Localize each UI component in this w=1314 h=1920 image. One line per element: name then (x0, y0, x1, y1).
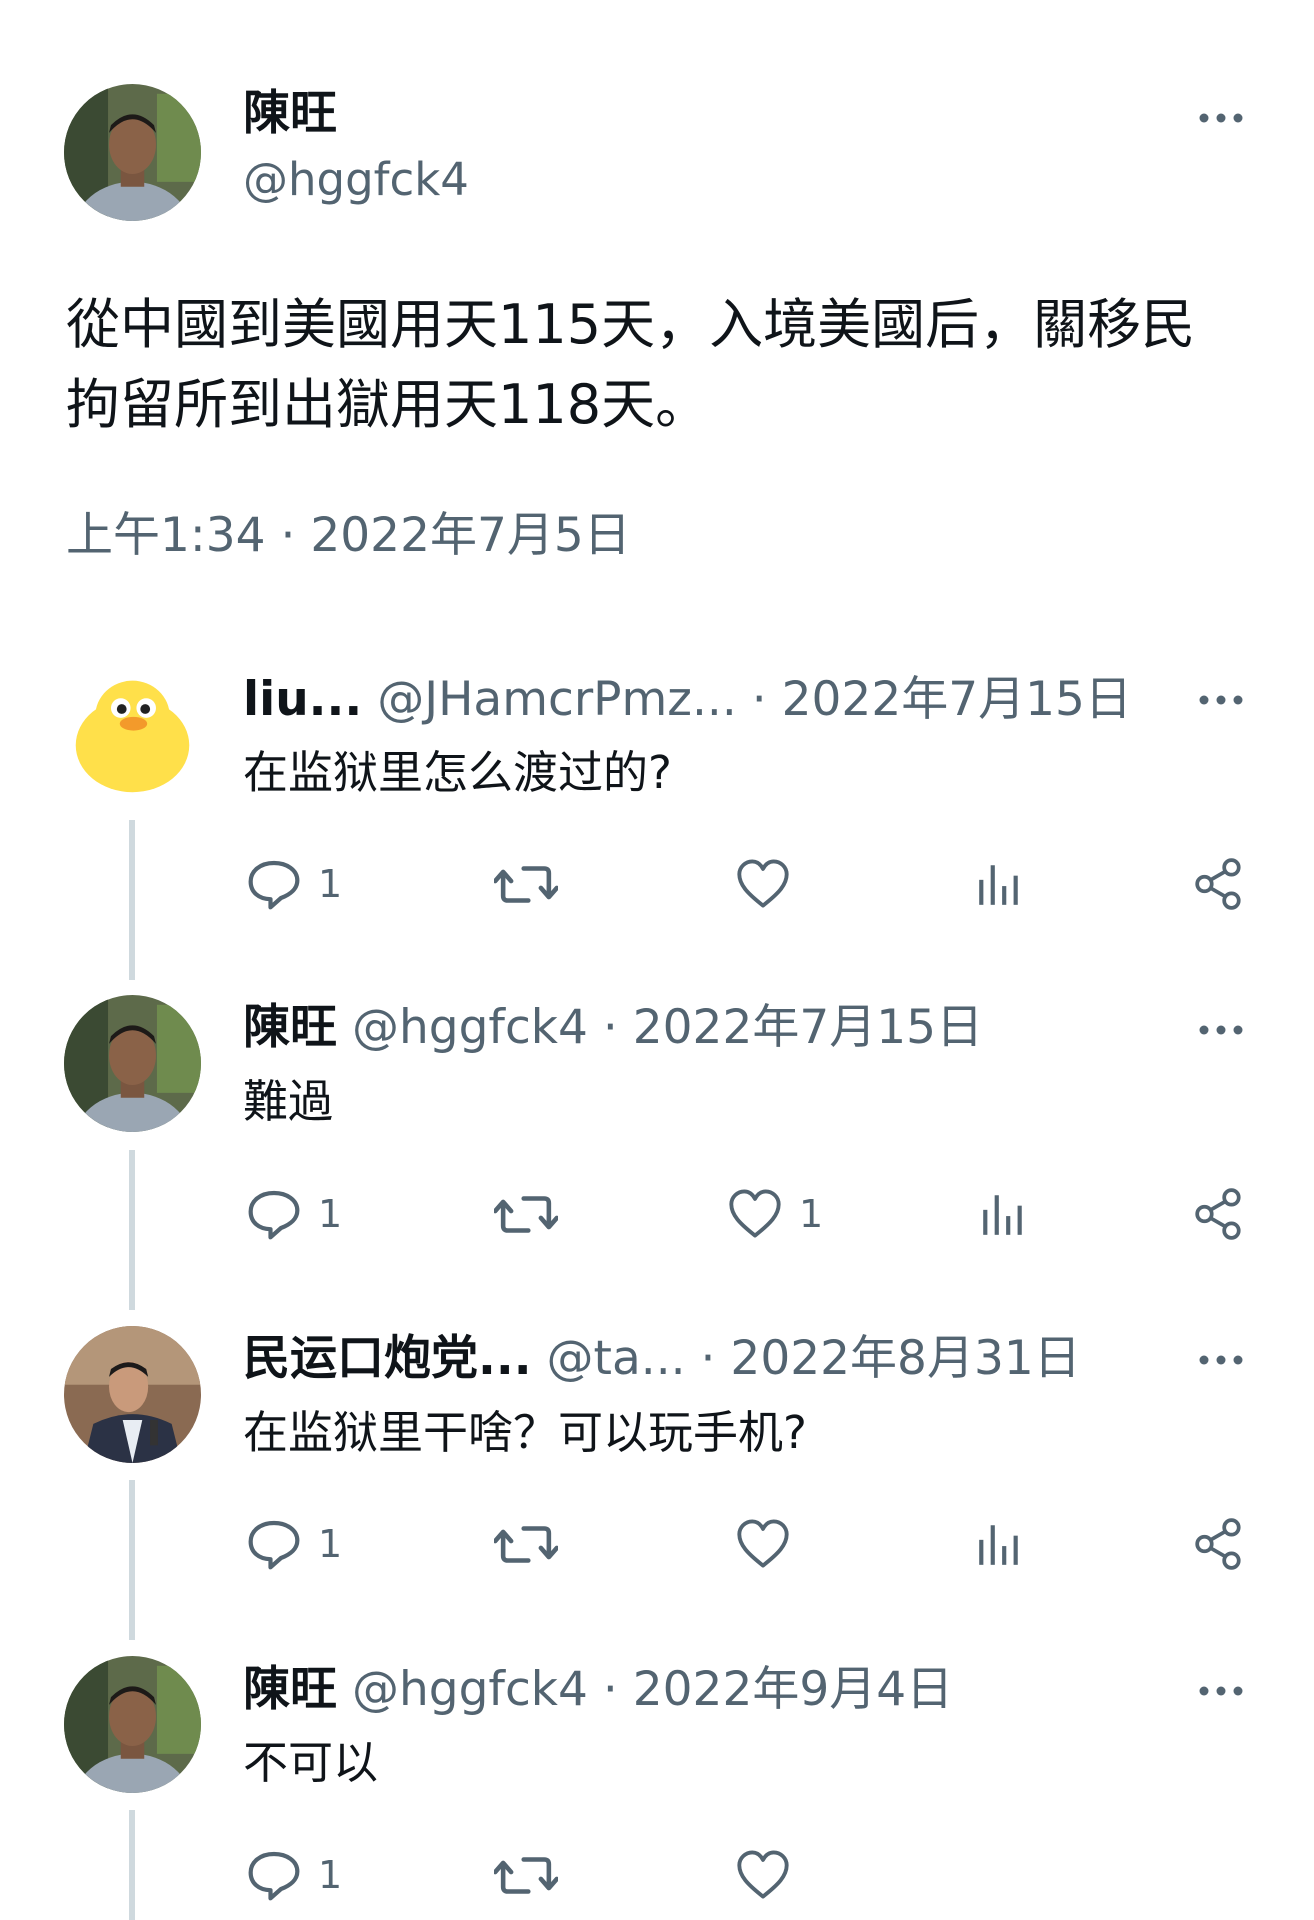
like-count: 1 (799, 1192, 824, 1236)
retweet-button[interactable] (494, 1184, 558, 1244)
reply-avatar[interactable] (64, 1326, 201, 1463)
reply-icon (246, 1186, 302, 1242)
reply-name[interactable]: 陳旺 (243, 1662, 337, 1717)
reply-handle[interactable]: @ta... (547, 1331, 686, 1386)
reply-name[interactable]: liu... (243, 672, 362, 727)
views-button[interactable] (976, 1514, 1022, 1574)
reply-button[interactable]: 1 (246, 854, 342, 914)
retweet-button[interactable] (494, 1514, 558, 1574)
share-button[interactable] (1192, 854, 1246, 914)
share-button[interactable] (1192, 1184, 1246, 1244)
author-name[interactable]: 陳旺 (243, 84, 337, 144)
reply-count: 1 (318, 1853, 343, 1897)
reply-header: liu... @JHamcrPmz... · 2022年7月15日 (243, 670, 1132, 730)
tweet-text-line: 從中國到美國用天115天，入境美國后，關移民 (66, 293, 1196, 356)
share-button[interactable] (1192, 1514, 1246, 1574)
more-icon[interactable] (1196, 690, 1246, 710)
views-icon (976, 859, 1022, 909)
tweet-timestamp[interactable]: 上午1:34 · 2022年7月5日 (66, 506, 631, 566)
retweet-button[interactable] (494, 854, 558, 914)
author-avatar[interactable] (64, 84, 201, 221)
reply-avatar[interactable] (64, 665, 201, 802)
retweet-icon (494, 1848, 558, 1903)
reply-header: 陳旺 @hggfck4 · 2022年7月15日 (243, 998, 983, 1058)
heart-icon (735, 1518, 791, 1570)
views-icon (980, 1189, 1026, 1239)
retweet-icon (494, 1187, 558, 1242)
reply-button[interactable]: 1 (246, 1514, 342, 1574)
thread-line (129, 1480, 135, 1640)
retweet-button[interactable] (494, 1845, 558, 1905)
retweet-icon (494, 857, 558, 912)
share-icon (1192, 1187, 1246, 1241)
reply-date[interactable]: · 2022年7月15日 (603, 1000, 983, 1055)
reply-handle[interactable]: @hggfck4 (352, 1662, 588, 1717)
reply-count: 1 (318, 862, 343, 906)
more-icon[interactable] (1196, 108, 1246, 128)
reply-name[interactable]: 陳旺 (243, 1000, 337, 1055)
author-handle[interactable]: @hggfck4 (243, 152, 469, 208)
reply-icon (246, 1847, 302, 1903)
views-icon (976, 1519, 1022, 1569)
heart-icon (735, 1849, 791, 1901)
heart-icon (735, 858, 791, 910)
reply-header: 陳旺 @hggfck4 · 2022年9月4日 (243, 1660, 953, 1720)
more-icon[interactable] (1196, 1681, 1246, 1701)
like-button[interactable] (735, 1845, 807, 1905)
retweet-icon (494, 1517, 558, 1572)
reply-name[interactable]: 民运口炮党... (243, 1331, 532, 1386)
reply-count: 1 (318, 1192, 343, 1236)
reply-handle[interactable]: @hggfck4 (352, 1000, 588, 1055)
tweet-text: 從中國到美國用天115天，入境美國后，關移民 拘留所到出獄用天118天。 (66, 285, 1266, 445)
reply-text: 在监狱里干啥？可以玩手机? (243, 1406, 807, 1459)
views-button[interactable] (976, 854, 1022, 914)
heart-icon (727, 1188, 783, 1240)
reply-text: 不可以 (243, 1736, 379, 1789)
reply-count: 1 (318, 1522, 343, 1566)
views-button[interactable] (980, 1184, 1026, 1244)
reply-button[interactable]: 1 (246, 1845, 342, 1905)
reply-text: 難過 (243, 1075, 334, 1128)
thread-line (129, 820, 135, 980)
tweet-text-line: 拘留所到出獄用天118天。 (66, 373, 710, 436)
reply-button[interactable]: 1 (246, 1184, 342, 1244)
more-icon[interactable] (1196, 1020, 1246, 1040)
reply-header: 民运口炮党... @ta... · 2022年8月31日 (243, 1329, 1081, 1389)
reply-handle[interactable]: @JHamcrPmz... (377, 672, 737, 727)
reply-avatar[interactable] (64, 995, 201, 1132)
like-button[interactable]: 1 (727, 1184, 823, 1244)
reply-avatar[interactable] (64, 1656, 201, 1793)
thread-line (129, 1150, 135, 1310)
thread-line (129, 1810, 135, 1920)
share-icon (1192, 857, 1246, 911)
like-button[interactable] (735, 1514, 807, 1574)
reply-icon (246, 856, 302, 912)
like-button[interactable] (735, 854, 807, 914)
more-icon[interactable] (1196, 1350, 1246, 1370)
reply-icon (246, 1516, 302, 1572)
reply-date[interactable]: · 2022年7月15日 (752, 672, 1132, 727)
reply-date[interactable]: · 2022年8月31日 (701, 1331, 1081, 1386)
reply-date[interactable]: · 2022年9月4日 (603, 1662, 953, 1717)
reply-text: 在监狱里怎么渡过的? (243, 746, 672, 799)
share-icon (1192, 1517, 1246, 1571)
